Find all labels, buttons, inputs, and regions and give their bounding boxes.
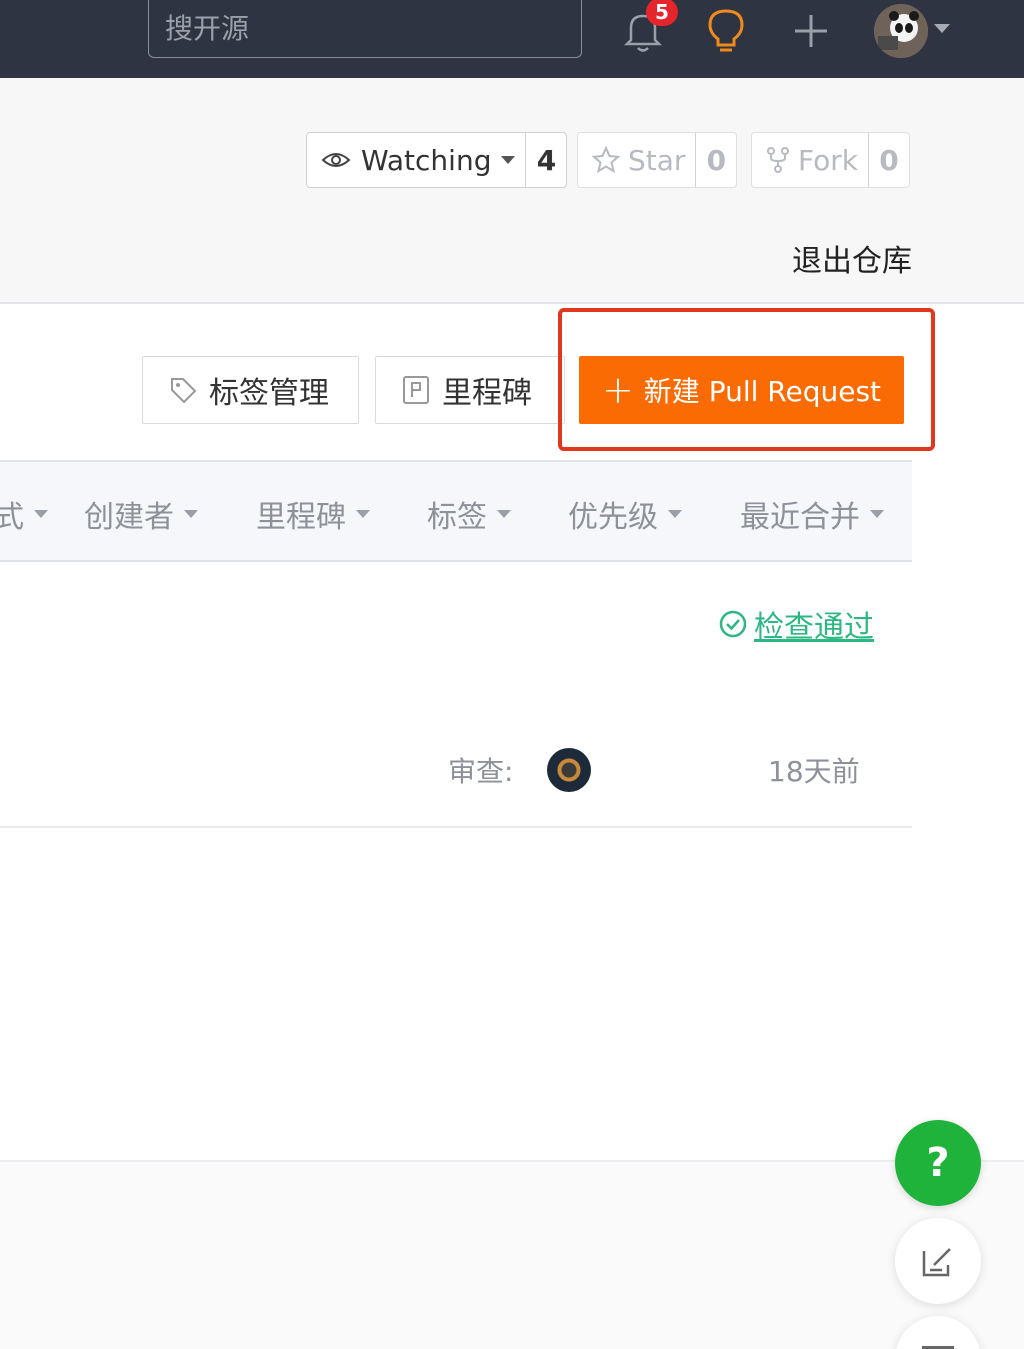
eye-icon xyxy=(321,150,351,170)
labels-manage-button[interactable]: 标签管理 xyxy=(142,356,359,424)
milestones-button[interactable]: 里程碑 xyxy=(375,356,565,424)
exit-repo-link[interactable]: 退出仓库 xyxy=(792,236,912,280)
fork-button[interactable]: Fork xyxy=(752,133,869,187)
caret-down-icon xyxy=(356,510,370,518)
check-circle-icon xyxy=(718,609,748,639)
filter-milestone[interactable]: 里程碑 xyxy=(256,492,370,536)
watch-button-group[interactable]: Watching 4 xyxy=(306,132,568,188)
filter-sort[interactable]: 最近合并 xyxy=(740,492,884,536)
star-button-group[interactable]: Star 0 xyxy=(577,132,738,188)
filter-priority[interactable]: 优先级 xyxy=(568,492,682,536)
top-navbar: 5 xyxy=(0,0,1024,78)
feedback-button[interactable] xyxy=(895,1218,981,1304)
search-box[interactable] xyxy=(148,0,582,58)
lightbulb-icon[interactable] xyxy=(703,6,749,56)
caret-down-icon xyxy=(497,510,511,518)
fork-label: Fork xyxy=(798,143,858,177)
caret-down-icon xyxy=(870,510,884,518)
fork-icon xyxy=(766,146,790,174)
edit-icon xyxy=(920,1243,956,1279)
search-input[interactable] xyxy=(165,8,565,48)
milestones-label: 里程碑 xyxy=(442,376,532,411)
filter-label[interactable]: 标签 xyxy=(427,492,511,536)
row-divider xyxy=(0,826,912,828)
filter-partial[interactable]: 式 xyxy=(0,492,48,536)
caret-down-icon xyxy=(501,156,516,164)
star-button[interactable]: Star xyxy=(578,133,697,187)
reviewer-avatar[interactable] xyxy=(547,748,591,792)
star-label: Star xyxy=(628,143,686,177)
footer-area xyxy=(0,1162,1024,1349)
check-status-link[interactable]: 检查通过 xyxy=(718,602,874,646)
star-icon xyxy=(592,146,620,174)
tag-icon xyxy=(169,376,197,404)
labels-manage-label: 标签管理 xyxy=(209,376,329,411)
highlight-annotation xyxy=(558,308,935,451)
user-avatar[interactable] xyxy=(874,4,928,58)
fork-button-group[interactable]: Fork 0 xyxy=(751,132,910,188)
caret-down-icon xyxy=(668,510,682,518)
filter-author[interactable]: 创建者 xyxy=(84,492,198,536)
watch-label: Watching xyxy=(361,143,492,177)
filter-bar: 式 创建者 里程碑 标签 优先级 最近合并 xyxy=(0,460,912,562)
star-count[interactable]: 0 xyxy=(696,133,736,187)
watch-count[interactable]: 4 xyxy=(526,133,566,187)
fork-count[interactable]: 0 xyxy=(869,133,909,187)
notification-badge: 5 xyxy=(646,0,678,26)
review-label: 审查: xyxy=(448,755,514,788)
caret-down-icon xyxy=(184,510,198,518)
caret-down-icon xyxy=(34,510,48,518)
plus-icon[interactable] xyxy=(788,6,834,56)
milestone-icon xyxy=(402,375,430,405)
watch-button[interactable]: Watching xyxy=(307,133,527,187)
help-label: ? xyxy=(926,1140,950,1186)
check-status-label: 检查通过 xyxy=(754,610,874,645)
time-ago: 18天前 xyxy=(768,755,860,788)
help-button[interactable]: ? xyxy=(895,1120,981,1206)
chevron-down-icon[interactable] xyxy=(934,24,950,33)
